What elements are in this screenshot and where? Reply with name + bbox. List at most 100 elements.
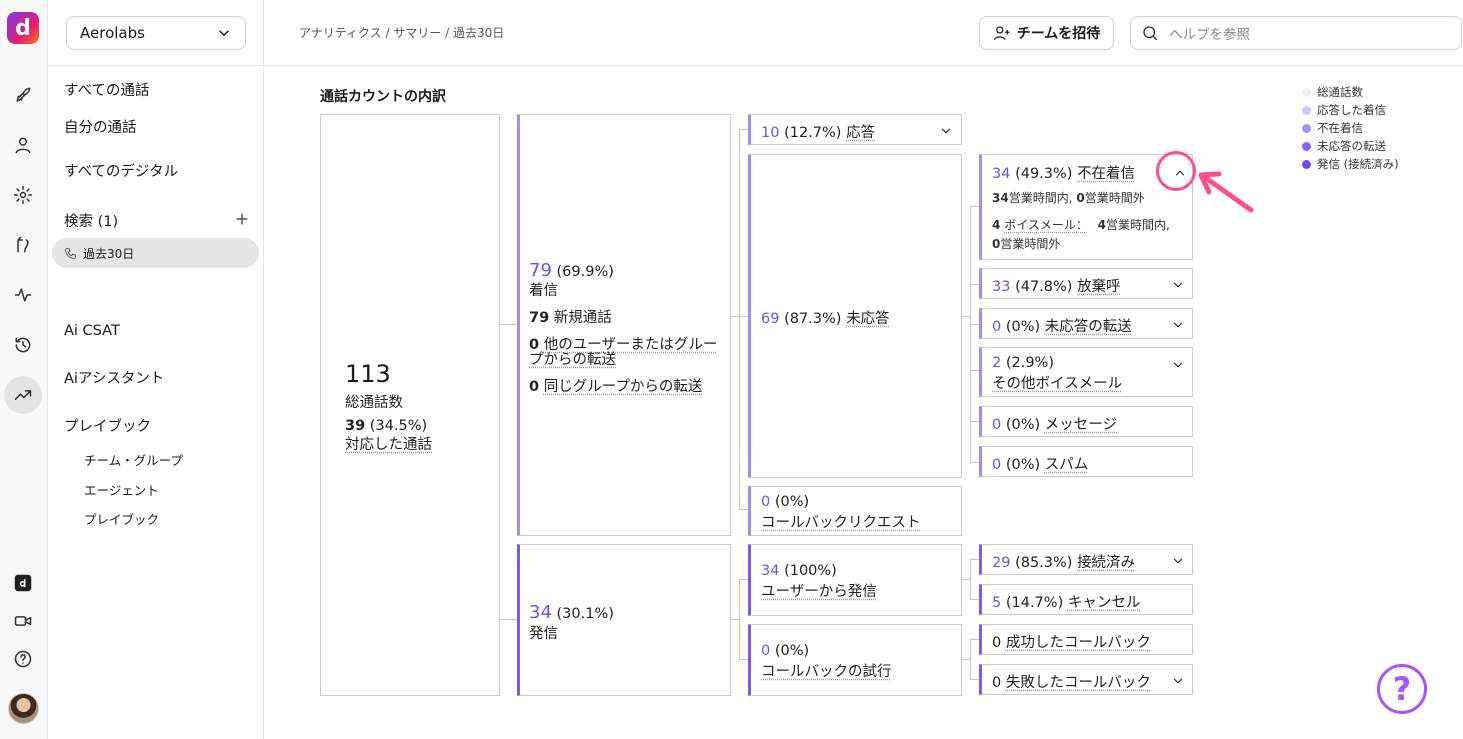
other-voicemail-node[interactable]: 2 (2.9%) その他ボイスメール <box>979 347 1193 397</box>
missed-voicemail-offhours: 0営業時間外 <box>992 235 1060 252</box>
connector <box>970 679 979 680</box>
nav-search[interactable]: 検索 (1) <box>64 210 118 231</box>
answered-label: 応答 <box>846 125 876 141</box>
callback-fail-stat: 0 失敗したコールバック <box>992 671 1151 692</box>
vm-off-label: 営業時間外 <box>1000 237 1061 251</box>
legend-item: 発信 (接続済み) <box>1302 155 1399 173</box>
callback-request-stat: 0 (0%) <box>761 494 809 510</box>
abandoned-node[interactable]: 33 (47.8%) 放棄呼 <box>979 268 1193 299</box>
saved-search-item[interactable]: 過去30日 <box>52 238 259 268</box>
person-icon[interactable] <box>4 126 42 164</box>
gear-icon[interactable] <box>4 176 42 214</box>
answered-node[interactable]: 10 (12.7%) 応答 <box>748 114 962 145</box>
user-outgoing-label[interactable]: ユーザーから発信 <box>761 580 877 601</box>
outgoing-node: 34 (30.1%) 発信 <box>517 544 731 696</box>
connector <box>970 559 979 560</box>
dialpad-app-icon[interactable] <box>4 564 42 602</box>
callback-fail-node[interactable]: 0 失敗したコールバック <box>979 664 1193 695</box>
chart-title: 通話カウントの内訳 <box>320 89 446 105</box>
help-search-input[interactable]: ヘルプを参照 <box>1130 16 1462 50</box>
new-calls-value: 79 <box>529 310 550 326</box>
unanswered-transfer-label: 未応答の転送 <box>1044 319 1132 335</box>
nav-agent[interactable]: エージェント <box>84 480 159 499</box>
callback-success-stat: 0 成功したコールバック <box>992 631 1151 652</box>
history-icon[interactable] <box>4 326 42 364</box>
cancel-node: 5 (14.7%) キャンセル <box>979 584 1193 615</box>
avatar[interactable] <box>8 693 39 724</box>
callback-attempt-value: 0 <box>761 643 771 659</box>
spam-node: 0 (0%) スパム <box>979 446 1193 477</box>
abandoned-value: 33 <box>992 279 1011 295</box>
legend-item: 総通話数 <box>1302 83 1399 101</box>
callback-success-label[interactable]: 成功したコールバック <box>1006 635 1151 651</box>
unanswered-value: 69 <box>761 311 780 327</box>
missed-label: 不在着信 <box>1077 166 1136 182</box>
callback-fail-value: 0 <box>992 675 1002 691</box>
chevron-down-icon[interactable] <box>1171 553 1185 567</box>
transfer-same-label[interactable]: 同じグループからの転送 <box>544 379 703 395</box>
activity-icon[interactable] <box>4 276 42 314</box>
nav-playbook[interactable]: プレイブック <box>64 415 151 436</box>
help-icon[interactable] <box>4 640 42 678</box>
connected-node[interactable]: 29 (85.3%) 接続済み <box>979 544 1193 575</box>
unanswered-transfer-value: 0 <box>992 319 1002 335</box>
answered-calls-label[interactable]: 対応した通話 <box>345 433 432 454</box>
connector <box>739 579 748 580</box>
analytics-icon[interactable] <box>4 376 42 414</box>
connector <box>970 639 971 679</box>
spam-value: 0 <box>992 457 1002 473</box>
callback-attempt-stat: 0 (0%) <box>761 643 809 659</box>
answered-stat: 10 (12.7%) 応答 <box>761 121 875 142</box>
callback-success-value: 0 <box>992 635 1002 651</box>
nav-playbook-sub[interactable]: プレイブック <box>84 509 159 528</box>
callback-request-label[interactable]: コールバックリクエスト <box>761 511 921 532</box>
routing-icon[interactable] <box>4 226 42 264</box>
rocket-icon[interactable] <box>4 76 42 114</box>
user-outgoing-node: 34 (100%) ユーザーから発信 <box>748 544 962 616</box>
nav-ai-csat[interactable]: Ai CSAT <box>64 323 120 339</box>
workspace-selector[interactable]: Aerolabs <box>66 16 246 50</box>
transfer-same-stat: 0 同じグループからの転送 <box>529 375 702 396</box>
cancel-label[interactable]: キャンセル <box>1068 595 1141 611</box>
breadcrumb[interactable]: アナリティクス / サマリー / 過去30日 <box>299 24 504 41</box>
chevron-down-icon[interactable] <box>1171 317 1185 331</box>
callback-success-node: 0 成功したコールバック <box>979 624 1193 655</box>
incoming-pct: (69.9%) <box>556 264 614 280</box>
callback-attempt-label[interactable]: コールバックの試行 <box>761 660 892 681</box>
app-logo-icon[interactable]: d <box>7 12 39 44</box>
unanswered-pct: (87.3%) <box>784 311 842 327</box>
chevron-down-icon[interactable] <box>1171 357 1185 371</box>
nav-my-calls[interactable]: 自分の通話 <box>64 116 137 137</box>
video-icon[interactable] <box>4 602 42 640</box>
missed-pct: (49.3%) <box>1015 166 1073 182</box>
connector <box>970 370 979 371</box>
connected-stat: 29 (85.3%) 接続済み <box>992 551 1135 572</box>
chevron-down-icon[interactable] <box>939 123 953 137</box>
nav-ai-assistant[interactable]: Aiアシスタント <box>64 367 164 388</box>
new-calls-stat: 79 新規通話 <box>529 306 612 327</box>
abandoned-label: 放棄呼 <box>1077 279 1121 295</box>
help-fab-button[interactable]: ? <box>1377 664 1427 714</box>
add-search-icon[interactable] <box>234 211 250 227</box>
chevron-down-icon <box>218 30 230 37</box>
spam-label[interactable]: スパム <box>1045 457 1089 473</box>
incoming-value: 79 <box>529 260 552 281</box>
answered-calls-value: 39 <box>345 418 366 434</box>
spam-stat: 0 (0%) スパム <box>992 453 1088 474</box>
user-outgoing-stat: 34 (100%) <box>761 563 837 579</box>
chevron-down-icon[interactable] <box>1171 277 1185 291</box>
unanswered-transfer-node[interactable]: 0 (0%) 未応答の転送 <box>979 308 1193 339</box>
nav-all-digital[interactable]: すべてのデジタル <box>64 160 178 181</box>
connector <box>970 559 971 599</box>
message-label[interactable]: メッセージ <box>1045 417 1117 433</box>
chevron-down-icon[interactable] <box>1171 673 1185 687</box>
missed-biz-label: 営業時間内, <box>1008 191 1077 205</box>
nav-all-calls[interactable]: すべての通話 <box>64 79 149 100</box>
connected-value: 29 <box>992 555 1011 571</box>
incoming-label: 着信 <box>529 283 558 299</box>
connector <box>970 324 979 325</box>
transfer-other-label-2[interactable]: プからの転送 <box>529 348 616 369</box>
invite-team-button[interactable]: チームを招待 <box>979 16 1114 50</box>
nav-team-group[interactable]: チーム・グループ <box>84 450 183 469</box>
vm-label[interactable]: ボイスメール： <box>1004 218 1088 232</box>
